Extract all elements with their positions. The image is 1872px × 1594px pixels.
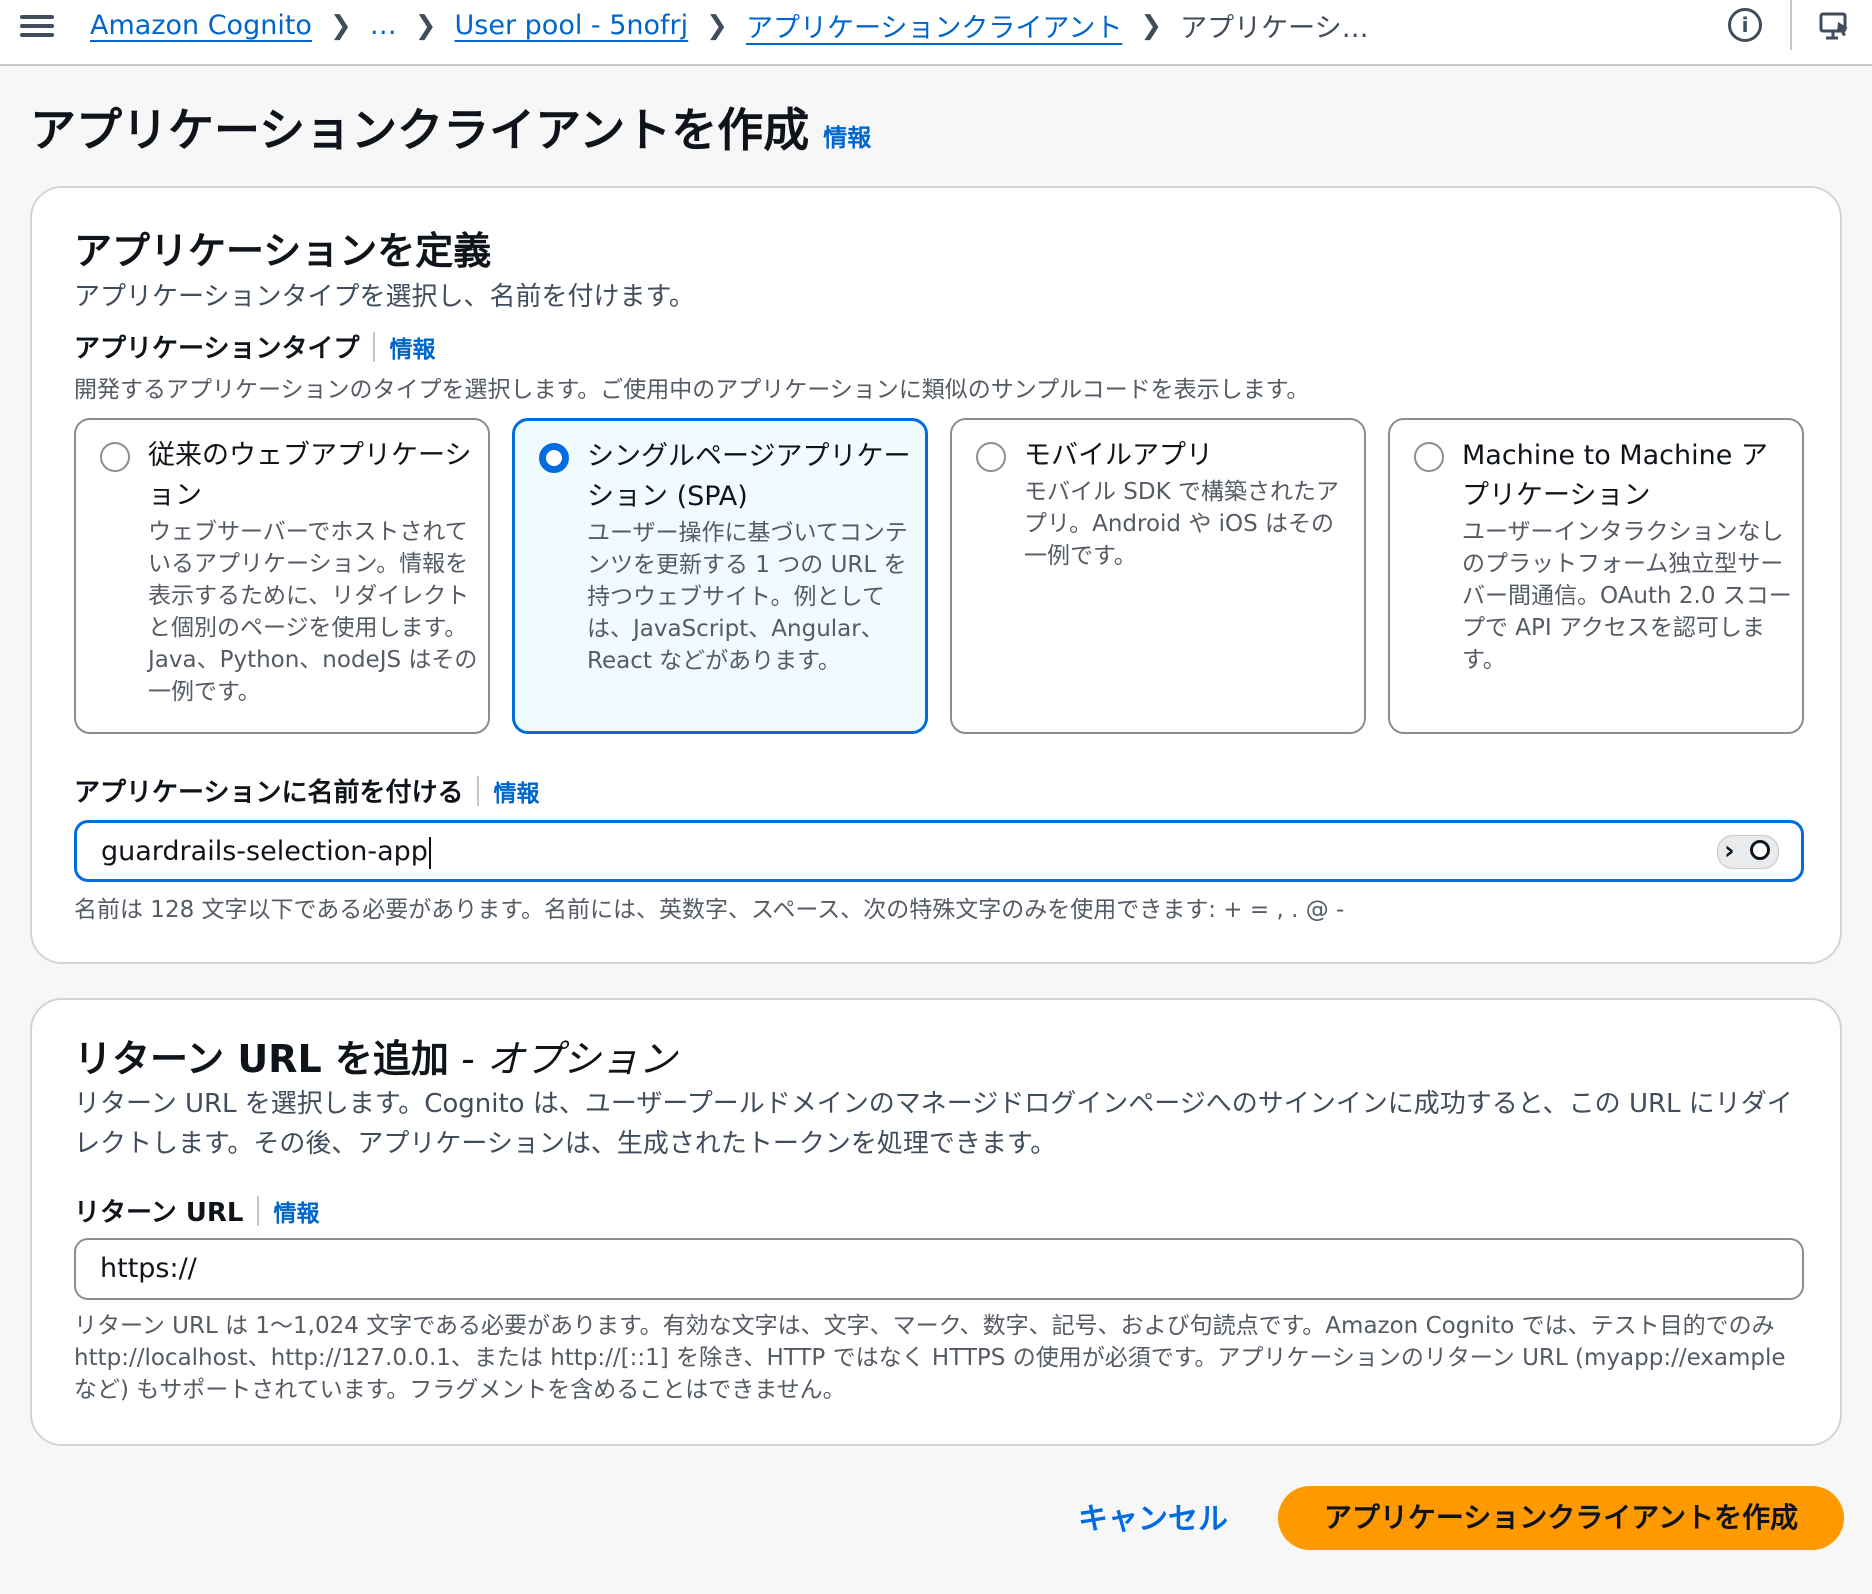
app-type-label-text: アプリケーションタイプ — [74, 334, 360, 364]
info-icon[interactable]: i — [1728, 8, 1762, 42]
monitor-icon[interactable] — [1818, 10, 1850, 42]
page-title-text: アプリケーションクライアントを作成 — [30, 103, 810, 157]
return-url-heading-text: リターン URL を追加 — [74, 1037, 449, 1081]
radio-machine-to-machine[interactable] — [1414, 442, 1444, 472]
menu-icon[interactable] — [20, 10, 54, 44]
label-divider — [257, 1195, 260, 1226]
top-navigation-bar: Amazon Cognito ❯ … ❯ User pool - 5nofrj … — [0, 0, 1872, 66]
app-name-info-link[interactable]: 情報 — [493, 774, 539, 808]
return-url-label-text: リターン URL — [74, 1198, 244, 1228]
tile-title: 従来のウェブアプリケーション — [148, 440, 472, 511]
app-type-info-link[interactable]: 情報 — [389, 330, 435, 364]
app-type-label: アプリケーションタイプ 情報 — [74, 328, 435, 365]
return-url-description: リターン URL を選択します。Cognito は、ユーザープールドメインのマネ… — [74, 1089, 1793, 1159]
return-url-input[interactable]: https:// — [74, 1238, 1804, 1300]
chevron-right-icon: ❯ — [1140, 10, 1163, 41]
text-caret — [428, 836, 431, 869]
chevron-right-icon: ❯ — [329, 10, 352, 41]
app-name-value: guardrails-selection-app — [101, 836, 428, 867]
chevron-right-icon: ❯ — [706, 10, 728, 41]
breadcrumb-ellipsis[interactable]: … — [370, 10, 397, 41]
app-name-input[interactable]: guardrails-selection-app › — [74, 820, 1804, 882]
app-name-label-text: アプリケーションに名前を付ける — [74, 778, 464, 808]
app-type-hint: 開発するアプリケーションのタイプを選択します。ご使用中のアプリケーションに類似の… — [74, 377, 1310, 403]
info-icon — [1750, 840, 1770, 860]
app-name-hint: 名前は 128 文字以下である必要があります。名前には、英数字、スペース、次の特… — [74, 897, 1345, 923]
topbar-divider — [1790, 0, 1792, 50]
chevron-right-icon: ❯ — [414, 10, 437, 41]
tile-description: ユーザーインタラクションなしのプラットフォーム独立型サーバー間通信。OAuth … — [1462, 519, 1792, 673]
return-url-heading: リターン URL を追加 - オプション — [74, 1028, 677, 1083]
define-description: アプリケーションタイプを選択し、名前を付けます。 — [74, 282, 695, 312]
radio-mobile-app[interactable] — [976, 442, 1006, 472]
return-url-panel: リターン URL を追加 - オプション リターン URL を選択します。Cog… — [30, 998, 1842, 1446]
tile-description: ウェブサーバーでホストされているアプリケーション。情報を表示するために、リダイレ… — [148, 519, 478, 705]
tile-single-page-app[interactable]: シングルページアプリケーション (SPA) ユーザー操作に基づいてコンテンツを更… — [512, 418, 928, 734]
return-url-value: https:// — [100, 1253, 197, 1284]
breadcrumb: Amazon Cognito ❯ … ❯ User pool - 5nofrj … — [90, 6, 1369, 45]
radio-traditional-web-app[interactable] — [100, 442, 130, 472]
tile-title: シングルページアプリケーション (SPA) — [587, 441, 911, 512]
breadcrumb-amazon-cognito[interactable]: Amazon Cognito — [90, 10, 312, 41]
password-manager-icon[interactable]: › — [1717, 835, 1779, 869]
breadcrumb-current: アプリケーシ… — [1180, 13, 1369, 44]
tile-title: Machine to Machine アプリケーション — [1462, 440, 1768, 511]
radio-single-page-app[interactable] — [539, 443, 569, 473]
return-url-hint: リターン URL は 1～1,024 文字である必要があります。有効な文字は、文… — [74, 1313, 1786, 1403]
app-name-label: アプリケーションに名前を付ける 情報 — [74, 772, 539, 809]
breadcrumb-app-clients[interactable]: アプリケーションクライアント — [746, 6, 1122, 45]
define-heading: アプリケーションを定義 — [74, 229, 492, 273]
create-app-client-button[interactable]: アプリケーションクライアントを作成 — [1278, 1486, 1844, 1550]
cancel-button[interactable]: キャンセル — [1078, 1494, 1228, 1538]
breadcrumb-user-pool[interactable]: User pool - 5nofrj — [455, 10, 689, 41]
tile-traditional-web-app[interactable]: 従来のウェブアプリケーション ウェブサーバーでホストされているアプリケーション。… — [74, 418, 490, 734]
return-url-label: リターン URL 情報 — [74, 1192, 319, 1229]
tile-mobile-app[interactable]: モバイルアプリ モバイル SDK で構築されたアプリ。Android や iOS… — [950, 418, 1366, 734]
tile-title: モバイルアプリ — [1024, 440, 1213, 471]
tile-machine-to-machine[interactable]: Machine to Machine アプリケーション ユーザーインタラクション… — [1388, 418, 1804, 734]
tile-description: ユーザー操作に基づいてコンテンツを更新する 1 つの URL を持つウェブサイト… — [587, 520, 908, 674]
label-divider — [477, 775, 480, 806]
define-application-panel: アプリケーションを定義 アプリケーションタイプを選択し、名前を付けます。 アプリ… — [30, 186, 1842, 964]
tile-description: モバイル SDK で構築されたアプリ。Android や iOS はその一例です… — [1024, 479, 1340, 569]
page-title: アプリケーションクライアントを作成 情報 — [30, 94, 871, 160]
chevron-right-icon: › — [1724, 836, 1735, 866]
optional-suffix: - オプション — [448, 1037, 677, 1081]
return-url-info-link[interactable]: 情報 — [273, 1194, 319, 1228]
label-divider — [373, 331, 376, 362]
page-info-link[interactable]: 情報 — [823, 124, 871, 152]
